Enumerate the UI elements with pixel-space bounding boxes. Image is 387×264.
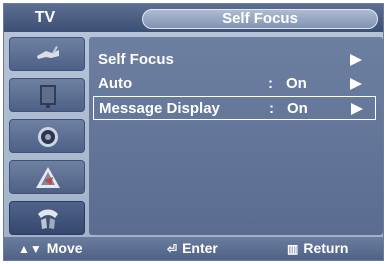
- sidebar-item-sound[interactable]: [9, 119, 85, 153]
- channel-icon: [36, 167, 60, 188]
- menu-row-message-display[interactable]: Message Display : On: [93, 96, 376, 120]
- return-label: Return: [303, 240, 349, 256]
- row-colon: :: [268, 75, 273, 92]
- row-label: Message Display: [99, 100, 220, 117]
- row-colon: :: [269, 100, 274, 117]
- picture-icon: [40, 85, 56, 108]
- sidebar-item-picture[interactable]: [9, 78, 85, 112]
- enter-hint: ⏎ Enter: [167, 237, 218, 260]
- sidebar: [9, 37, 85, 235]
- row-value: On: [287, 100, 308, 117]
- row-value: On: [286, 75, 307, 92]
- setup-icon: [38, 209, 58, 229]
- top-bar: TV Self Focus: [4, 4, 383, 32]
- arrow-right-icon: [350, 54, 362, 66]
- row-label: Self Focus: [98, 51, 174, 68]
- sidebar-item-channel[interactable]: [9, 160, 85, 194]
- menu-panel: Self Focus Auto : On Message Display : O…: [89, 37, 383, 235]
- arrow-right-icon: [350, 78, 362, 90]
- enter-icon: ⏎: [167, 242, 178, 256]
- source-label: TV: [34, 9, 56, 26]
- menu-row-auto[interactable]: Auto : On: [93, 72, 376, 96]
- menu-row-self-focus[interactable]: Self Focus: [93, 48, 376, 72]
- return-hint: ▥ Return: [287, 237, 348, 260]
- menu-title: Self Focus: [142, 9, 378, 29]
- tv-menu-screen: TV Self Focus Self Focus Auto: On Messa…: [0, 0, 387, 264]
- arrow-right-icon: [351, 103, 363, 115]
- move-label: Move: [46, 240, 83, 256]
- return-icon: ▥: [287, 242, 299, 256]
- move-hint: ▲▼ Move: [18, 237, 83, 260]
- sidebar-item-input[interactable]: [9, 37, 85, 71]
- bottom-help-bar: ▲▼ Move ⏎ Enter ▥ Return: [4, 237, 383, 260]
- enter-label: Enter: [182, 240, 218, 256]
- sidebar-item-setup[interactable]: [9, 201, 85, 235]
- speaker-icon: [38, 127, 58, 147]
- antenna-icon: [37, 46, 59, 59]
- up-down-arrow-icon: ▲▼: [18, 242, 42, 256]
- menu-frame: TV Self Focus Self Focus Auto: On Messa…: [3, 3, 384, 261]
- row-label: Auto: [98, 75, 133, 92]
